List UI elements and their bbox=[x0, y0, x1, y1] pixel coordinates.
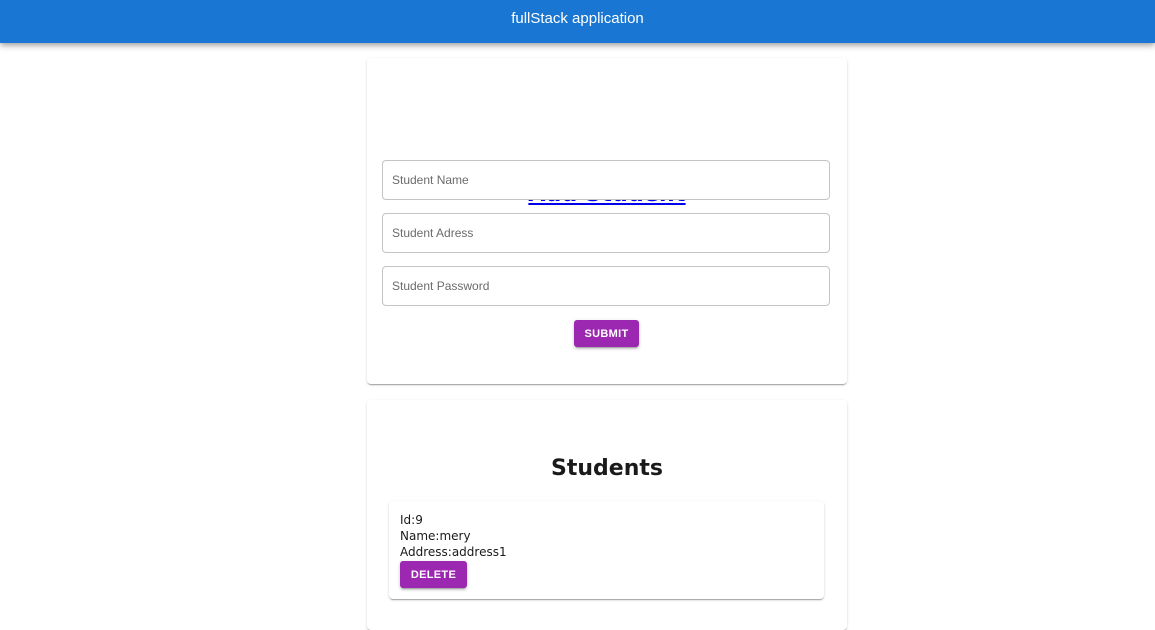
app-bar: fullStack application bbox=[0, 0, 1155, 43]
app-title: fullStack application bbox=[511, 10, 644, 27]
student-address: Address:address1 bbox=[400, 545, 507, 559]
student-name-field bbox=[382, 160, 830, 200]
student-id: Id:9 bbox=[400, 513, 423, 527]
student-name: Name:mery bbox=[400, 529, 471, 543]
student-name-input[interactable] bbox=[383, 161, 829, 199]
submit-button[interactable]: SUBMIT bbox=[574, 320, 639, 347]
delete-button[interactable]: DELETE bbox=[400, 561, 467, 588]
students-panel: Students Id:9 Name:mery Address:address1… bbox=[367, 400, 847, 630]
add-student-panel: Add Student SUBMIT bbox=[367, 58, 847, 384]
student-card: Id:9 Name:mery Address:address1 DELETE bbox=[389, 501, 824, 599]
student-password-input[interactable] bbox=[383, 267, 829, 305]
student-password-field bbox=[382, 266, 830, 306]
student-address-field bbox=[382, 213, 830, 253]
students-heading: Students bbox=[551, 456, 663, 481]
student-address-input[interactable] bbox=[383, 214, 829, 252]
